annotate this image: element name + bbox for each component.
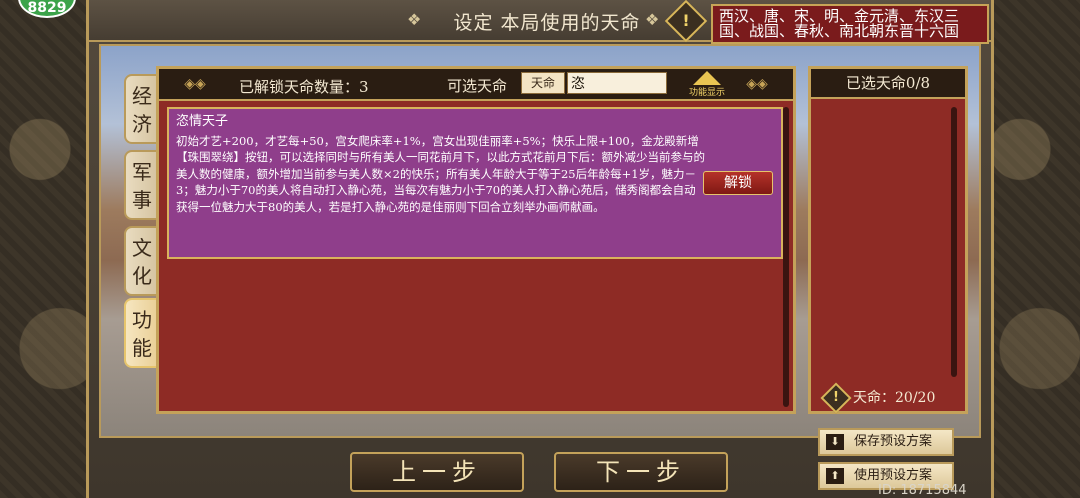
search-input[interactable] xyxy=(567,72,667,94)
use-preset-label: 使用预设方案 xyxy=(854,468,933,483)
tab-function[interactable]: 功能 xyxy=(124,298,160,368)
selected-scrollbar[interactable] xyxy=(951,107,957,377)
function-display-button[interactable]: 功能显示 xyxy=(685,71,729,98)
mandate-title: 恣情天子 xyxy=(176,114,229,129)
mandate-card[interactable]: 恣情天子 初始才艺+200，才艺每+50，宫女爬床率+1%，宫女出现佳丽率+5%… xyxy=(167,107,783,259)
right-ornament-icon: ❖ xyxy=(645,10,660,29)
player-id: ID: 18715844 xyxy=(878,483,967,498)
right-dragon-backdrop xyxy=(980,0,1080,498)
upload-icon: ⬆ xyxy=(826,468,844,484)
panel-scrollbar[interactable] xyxy=(783,107,789,407)
next-step-button[interactable]: 下一步 xyxy=(554,452,728,492)
dynasty-list: 西汉、唐、宋、明、金元清、东汉三国、战国、春秋、南北朝东晋十六国 xyxy=(711,4,989,44)
unlocked-count: 已解锁天命数量：3 xyxy=(239,78,369,96)
right-dragon-ornament-icon: ◈◈ xyxy=(746,76,768,92)
mountain-icon xyxy=(693,71,721,85)
search-filter-tag[interactable]: 天命 xyxy=(521,72,565,94)
left-ornament-icon: ❖ xyxy=(407,10,422,29)
save-preset-label: 保存预设方案 xyxy=(854,434,933,449)
left-dragon-ornament-icon: ◈◈ xyxy=(184,76,206,92)
download-icon: ⬇ xyxy=(826,434,844,450)
unlock-button[interactable]: 解锁 xyxy=(703,171,773,195)
mandate-total-label: 天命：20/20 xyxy=(853,390,936,406)
mandate-total: ! 天命：20/20 xyxy=(820,382,936,414)
search-box: 天命 xyxy=(521,72,667,94)
tab-economy[interactable]: 经济 xyxy=(124,74,160,144)
info-warning-icon[interactable]: ! xyxy=(664,0,708,43)
mandate-panel-header: ◈◈ 已解锁天命数量：3 可选天命 天命 功能显示 ◈◈ xyxy=(159,69,793,101)
mandate-panel: ◈◈ 已解锁天命数量：3 可选天命 天命 功能显示 ◈◈ 恣情天子 初始才艺+2… xyxy=(156,66,796,414)
tab-military[interactable]: 军事 xyxy=(124,150,160,220)
function-display-label: 功能显示 xyxy=(688,88,725,98)
selected-count-title: 已选天命0/8 xyxy=(811,69,965,99)
tab-culture[interactable]: 文化 xyxy=(124,226,160,296)
mandate-description: 初始才艺+200，才艺每+50，宫女爬床率+1%，宫女出现佳丽率+5%；快乐上限… xyxy=(176,134,705,214)
page-title: 设定 本局使用的天命 xyxy=(453,12,641,34)
header-bar: ❖ 设定 本局使用的天命 ❖ ! 西汉、唐、宋、明、金元清、东汉三国、战国、春秋… xyxy=(89,0,991,44)
mandate-warning-icon: ! xyxy=(820,382,852,414)
prev-step-button[interactable]: 上一步 xyxy=(350,452,524,492)
choose-label: 可选天命 xyxy=(447,77,508,95)
selected-panel: 已选天命0/8 ! 天命：20/20 xyxy=(808,66,968,414)
left-dragon-backdrop xyxy=(0,0,100,498)
save-preset-button[interactable]: ⬇ 保存预设方案 xyxy=(818,428,954,456)
